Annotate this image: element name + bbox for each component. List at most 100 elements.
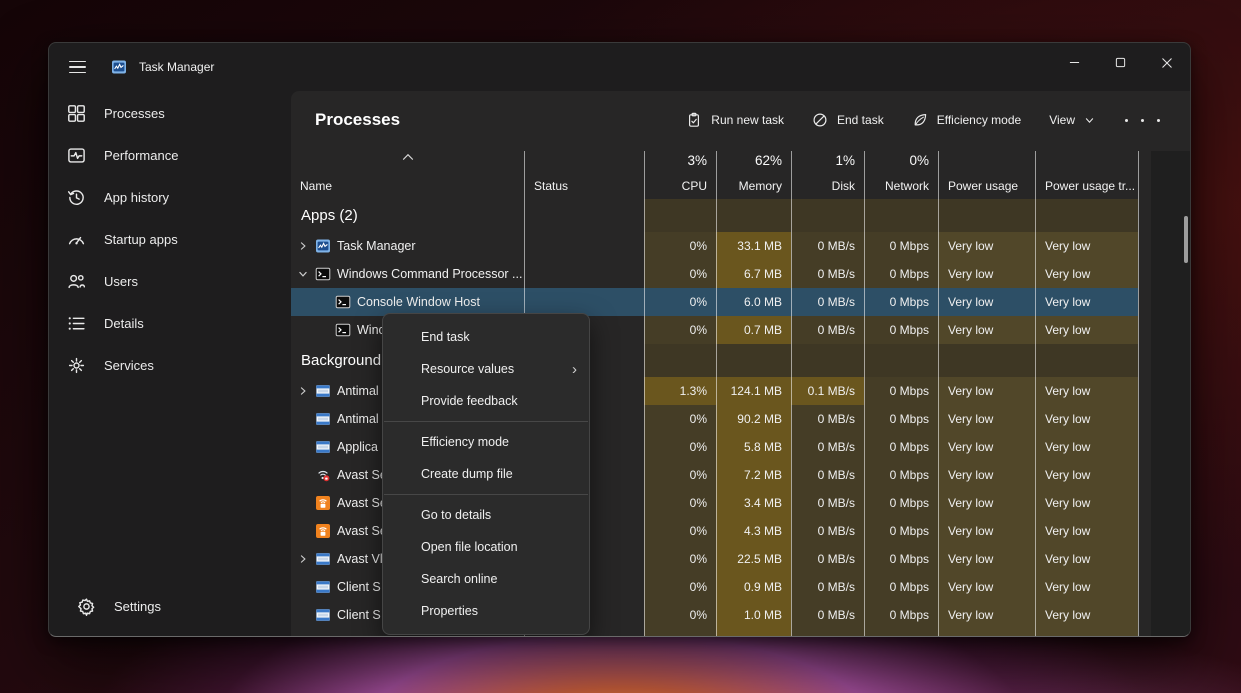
- cpu-cell: 0%: [644, 433, 716, 461]
- name-cell: Windows Command Processor ...: [291, 260, 524, 288]
- sidebar-item-app-history[interactable]: App history: [59, 177, 281, 217]
- chevron-placeholder: [315, 294, 331, 310]
- context-menu-item-create-dump-file[interactable]: Create dump file: [383, 458, 589, 490]
- column-header-memory[interactable]: 62%Memory: [716, 151, 791, 199]
- memory-cell: 4.3 MB: [716, 517, 791, 545]
- cmd-icon: [315, 266, 331, 282]
- sidebar-item-label: Users: [104, 274, 138, 289]
- scrollbar-thumb[interactable]: [1184, 216, 1188, 263]
- power-cell: Very low: [938, 545, 1035, 573]
- process-name: Avast Se: [337, 468, 387, 482]
- menu-item-label: Provide feedback: [421, 394, 518, 408]
- close-button[interactable]: [1144, 43, 1190, 83]
- vertical-scrollbar[interactable]: [1151, 151, 1190, 636]
- cpu-cell: 0%: [644, 405, 716, 433]
- column-label: Memory: [739, 179, 782, 193]
- network-cell: [864, 199, 938, 232]
- minimize-button[interactable]: [1052, 43, 1098, 83]
- sidebar-item-users[interactable]: Users: [59, 261, 281, 301]
- network-cell: 0 Mbps: [864, 461, 938, 489]
- end-task-button[interactable]: End task: [802, 105, 894, 135]
- efficiency-mode-button[interactable]: Efficiency mode: [902, 105, 1032, 135]
- column-header-power[interactable]: Power usage: [938, 151, 1035, 199]
- maximize-icon: [1115, 57, 1127, 69]
- column-header-name[interactable]: Name: [291, 151, 524, 199]
- cpu-cell: 0%: [644, 629, 716, 636]
- menu-divider: [384, 494, 588, 495]
- group-row[interactable]: Apps (2): [291, 199, 1190, 232]
- sidebar-item-label: Settings: [114, 599, 161, 614]
- column-label: Name: [300, 179, 332, 193]
- chevron-placeholder: [295, 607, 311, 623]
- context-menu-item-properties[interactable]: Properties: [383, 595, 589, 627]
- network-cell: 0 Mbps: [864, 517, 938, 545]
- column-header-disk[interactable]: 1%Disk: [791, 151, 864, 199]
- memory-cell: 90.2 MB: [716, 405, 791, 433]
- run-new-task-button[interactable]: Run new task: [676, 105, 794, 135]
- details-icon: [67, 314, 86, 333]
- table-row[interactable]: Console Window Host0%6.0 MB0 MB/s0 MbpsV…: [291, 288, 1190, 316]
- context-menu-item-open-file-location[interactable]: Open file location: [383, 531, 589, 563]
- network-cell: 0 Mbps: [864, 545, 938, 573]
- power-cell: Very low: [938, 232, 1035, 260]
- cpu-cell: 0%: [644, 288, 716, 316]
- menu-item-label: End task: [421, 330, 470, 344]
- memory-cell: 7.2 MB: [716, 461, 791, 489]
- disk-cell: 0 MB/s: [791, 545, 864, 573]
- expand-chevron-icon[interactable]: [295, 383, 311, 399]
- sidebar-item-performance[interactable]: Performance: [59, 135, 281, 175]
- sidebar-item-details[interactable]: Details: [59, 303, 281, 343]
- table-row[interactable]: Windows Command Processor ...0%6.7 MB0 M…: [291, 260, 1190, 288]
- maximize-button[interactable]: [1098, 43, 1144, 83]
- column-header-network[interactable]: 0%Network: [864, 151, 938, 199]
- power-cell: Very low: [938, 288, 1035, 316]
- column-header-status[interactable]: Status: [524, 151, 644, 199]
- column-total-network: 0%: [909, 153, 929, 168]
- navigation-menu-button[interactable]: [57, 50, 97, 84]
- sidebar-item-services[interactable]: Services: [59, 345, 281, 385]
- expand-chevron-icon[interactable]: [295, 551, 311, 567]
- column-label: Status: [534, 179, 568, 193]
- toolbar: Run new task End task Efficiency modeView: [676, 105, 1190, 135]
- context-menu-item-search-online[interactable]: Search online: [383, 563, 589, 595]
- more-options-button[interactable]: [1113, 112, 1172, 129]
- table-row[interactable]: Task Manager0%33.1 MB0 MB/s0 MbpsVery lo…: [291, 232, 1190, 260]
- expand-chevron-icon[interactable]: [295, 238, 311, 254]
- collapse-chevron-icon[interactable]: [295, 266, 311, 282]
- window-controls: [1052, 43, 1190, 91]
- sidebar-item-settings[interactable]: Settings: [69, 586, 271, 626]
- context-menu-item-go-to-details[interactable]: Go to details: [383, 499, 589, 531]
- context-menu-item-efficiency-mode[interactable]: Efficiency mode: [383, 426, 589, 458]
- sidebar-item-label: Services: [104, 358, 154, 373]
- titlebar: Task Manager: [49, 43, 1190, 91]
- sidebar: ProcessesPerformanceApp historyStartup a…: [49, 91, 291, 636]
- view-button[interactable]: View: [1039, 106, 1105, 134]
- users-icon: [67, 272, 86, 291]
- sidebar-item-processes[interactable]: Processes: [59, 93, 281, 133]
- app-generic-icon: [315, 383, 331, 399]
- column-header-trend[interactable]: Power usage tr...: [1035, 151, 1138, 199]
- memory-cell: 124.1 MB: [716, 377, 791, 405]
- process-name: Client S: [337, 580, 381, 594]
- memory-cell: 22.5 MB: [716, 545, 791, 573]
- sidebar-item-startup-apps[interactable]: Startup apps: [59, 219, 281, 259]
- context-menu-item-end-task[interactable]: End task: [383, 321, 589, 353]
- context-menu-item-resource-values[interactable]: Resource values›: [383, 353, 589, 385]
- network-cell: 0 Mbps: [864, 316, 938, 344]
- process-name: Client S: [337, 608, 381, 622]
- hamburger-icon: [69, 57, 86, 78]
- column-header-cpu[interactable]: 3%CPU: [644, 151, 716, 199]
- app-history-icon: [67, 188, 86, 207]
- context-menu-item-provide-feedback[interactable]: Provide feedback: [383, 385, 589, 417]
- trend-cell: Very low: [1035, 629, 1138, 636]
- app-generic-icon: [315, 579, 331, 595]
- trend-cell: Very low: [1035, 433, 1138, 461]
- toolbar-button-label: Run new task: [711, 113, 784, 127]
- power-cell: Very low: [938, 517, 1035, 545]
- power-cell: Very low: [938, 377, 1035, 405]
- cmd-icon: [335, 294, 351, 310]
- cpu-cell: [644, 344, 716, 377]
- chevron-placeholder: [295, 635, 311, 636]
- disk-cell: 0 MB/s: [791, 260, 864, 288]
- menu-item-label: Search online: [421, 572, 497, 586]
